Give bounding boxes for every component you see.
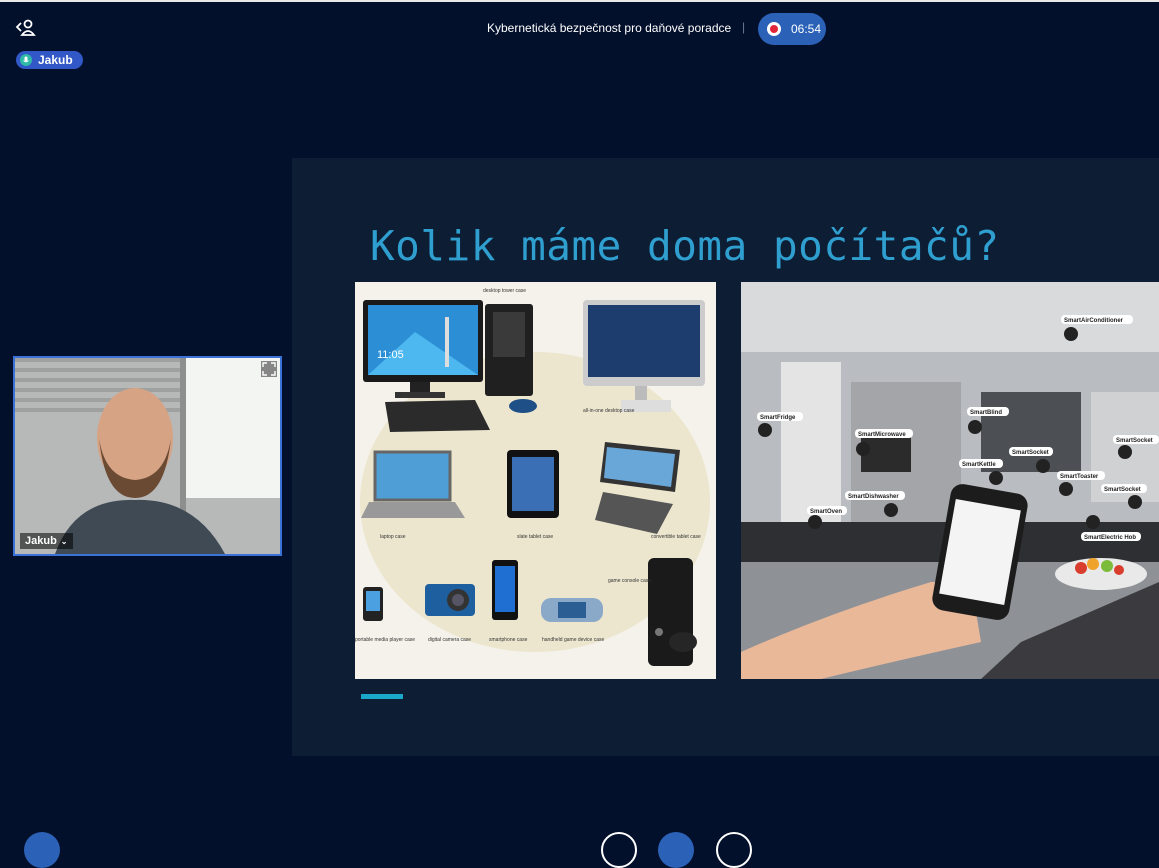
label-digital-camera: digital camera case (428, 637, 471, 643)
label-convertible-tablet: convertible tablet case (651, 534, 701, 540)
label-smart-microwave: SmartMicrowave (858, 432, 906, 438)
camera-video (15, 358, 280, 554)
label-smart-dishwasher: SmartDishwasher (848, 494, 899, 500)
label-smart-toaster: SmartToaster (1060, 474, 1099, 480)
camera-name-label[interactable]: Jakub ⌄ (20, 533, 73, 549)
active-speaker-chip[interactable]: Jakub (16, 51, 83, 69)
slide-title: Kolik máme doma počítačů? (370, 222, 1000, 270)
meeting-title: Kybernetická bezpečnost pro daňové porad… (487, 21, 732, 35)
chevron-down-icon: ⌄ (60, 536, 68, 546)
smart-kitchen-image: SmartAirConditioner SmartFridge SmartBli… (741, 282, 1159, 679)
label-smart-blind: SmartBlind (970, 410, 1002, 416)
label-smart-socket-1: SmartSocket (1012, 450, 1049, 456)
label-smartphone: smartphone case (489, 637, 528, 643)
label-desktop-tower: desktop tower case (483, 288, 526, 294)
desktop-screen-clock: 11:05 (377, 349, 404, 361)
label-smart-fridge: SmartFridge (760, 415, 796, 421)
slide-progress-bar (361, 694, 403, 699)
window-top-border (0, 0, 1159, 2)
record-icon (767, 22, 781, 36)
recording-indicator[interactable]: 06:54 (758, 13, 826, 45)
leave-meeting-button[interactable] (14, 16, 38, 40)
speaker-name: Jakub (38, 53, 73, 67)
computers-collage-image: desktop tower case all-in-one desktop ca… (355, 282, 716, 679)
expand-icon[interactable] (261, 361, 277, 377)
camera-button[interactable] (658, 832, 694, 868)
label-media-player: portable media player case (355, 637, 415, 643)
shared-slide: Kolik máme doma počítačů? desktop tower … (292, 158, 1159, 756)
camera-participant-name: Jakub (25, 535, 57, 547)
mic-icon (20, 54, 32, 66)
label-smart-electric-hob: SmartElectric Hob (1084, 535, 1136, 541)
label-handheld-game: handheld game device case (542, 637, 604, 643)
label-all-in-one: all-in-one desktop case (583, 408, 635, 414)
title-separator: | (742, 20, 746, 34)
more-button[interactable] (716, 832, 752, 868)
microphone-button[interactable] (601, 832, 637, 868)
recording-time: 06:54 (791, 22, 822, 36)
label-smart-oven: SmartOven (810, 509, 842, 515)
label-smart-air-conditioner: SmartAirConditioner (1064, 318, 1124, 324)
camera-tile[interactable]: Jakub ⌄ (13, 356, 282, 556)
label-laptop: laptop case (380, 534, 406, 540)
label-slate-tablet: slate tablet case (517, 534, 553, 540)
label-smart-kettle: SmartKettle (962, 462, 996, 468)
back-person-icon (15, 19, 36, 36)
participants-button[interactable] (24, 832, 60, 868)
label-smart-socket-2: SmartSocket (1116, 438, 1153, 444)
label-smart-socket-3: SmartSocket (1104, 487, 1141, 493)
label-game-console: game console case (608, 578, 651, 584)
